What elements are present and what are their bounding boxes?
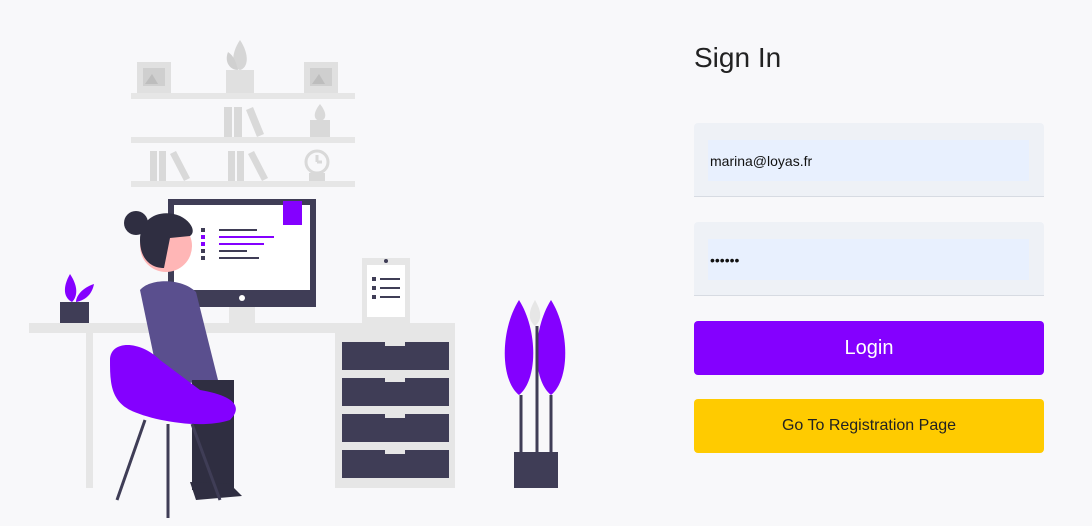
go-to-registration-button[interactable]: Go To Registration Page: [694, 399, 1044, 453]
workspace-illustration: [0, 0, 600, 521]
desk-plant: [60, 274, 94, 323]
workspace-illustration-svg: [29, 40, 566, 518]
books-bottom: [150, 151, 268, 181]
floor-plant: [504, 300, 566, 488]
email-field[interactable]: [708, 140, 1029, 181]
email-field-wrapper: [694, 123, 1044, 197]
clipboard: [362, 258, 410, 323]
picture-frame-left: [137, 62, 171, 93]
password-field-wrapper: [694, 222, 1044, 296]
clock: [304, 149, 330, 181]
plant-small: [310, 104, 330, 137]
picture-frame-right: [304, 62, 338, 93]
books-middle: [224, 107, 264, 137]
password-field[interactable]: [708, 239, 1029, 280]
plant-pot-top: [226, 40, 254, 93]
sign-in-form: Sign In Login Go To Registration Page: [694, 0, 1044, 521]
login-button[interactable]: Login: [694, 321, 1044, 375]
page-title: Sign In: [694, 42, 782, 73]
